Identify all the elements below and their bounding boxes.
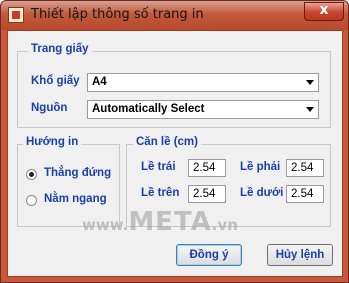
watermark-suffix: .vn bbox=[211, 216, 238, 234]
ok-button[interactable]: Đồng ý bbox=[176, 244, 242, 266]
paper-source-select[interactable]: Automatically Select bbox=[87, 100, 319, 119]
orientation-group-legend: Hướng in bbox=[23, 136, 82, 148]
cancel-button[interactable]: Hủy lệnh bbox=[267, 244, 333, 266]
app-icon bbox=[8, 7, 24, 23]
margin-left-field[interactable]: 2.54 bbox=[188, 159, 226, 177]
margin-left-value: 2.54 bbox=[193, 162, 216, 174]
paper-size-value: A4 bbox=[92, 76, 107, 88]
meta-watermark: www.META.vn bbox=[82, 207, 238, 237]
margin-right-value: 2.54 bbox=[291, 162, 314, 174]
landscape-label: Nằm ngang bbox=[44, 193, 107, 205]
paper-source-label: Nguồn bbox=[31, 102, 68, 114]
landscape-radio[interactable] bbox=[26, 195, 37, 206]
portrait-label: Thẳng đứng bbox=[44, 167, 112, 179]
watermark-brand: META bbox=[128, 207, 212, 237]
close-icon: x bbox=[319, 2, 329, 18]
paper-size-select[interactable]: A4 bbox=[87, 73, 319, 92]
margin-right-label: Lề phải bbox=[240, 161, 281, 173]
margin-right-field[interactable]: 2.54 bbox=[286, 159, 324, 177]
chevron-down-icon bbox=[306, 80, 314, 85]
margin-top-field[interactable]: 2.54 bbox=[188, 185, 226, 203]
dialog-body: Trang giấy Khổ giấy A4 Nguồn Automatical… bbox=[7, 30, 343, 277]
margin-top-label: Lề trên bbox=[141, 187, 180, 199]
paper-group: Trang giấy Khổ giấy A4 Nguồn Automatical… bbox=[17, 43, 331, 128]
paper-size-label: Khổ giấy bbox=[31, 75, 80, 87]
margin-bottom-value: 2.54 bbox=[291, 188, 314, 200]
close-button[interactable]: x bbox=[304, 2, 344, 21]
chevron-down-icon bbox=[306, 107, 314, 112]
margin-bottom-field[interactable]: 2.54 bbox=[286, 185, 324, 203]
watermark-prefix: www. bbox=[82, 216, 129, 234]
paper-group-legend: Trang giấy bbox=[28, 43, 92, 55]
window-title: Thiết lập thông số trang in bbox=[31, 7, 204, 22]
portrait-radio[interactable] bbox=[26, 169, 37, 180]
title-bar[interactable]: Thiết lập thông số trang in x bbox=[1, 1, 348, 30]
margins-group-legend: Căn lề (cm) bbox=[133, 136, 201, 148]
paper-source-value: Automatically Select bbox=[92, 103, 205, 115]
margin-left-label: Lề trái bbox=[141, 161, 176, 173]
print-settings-dialog: Thiết lập thông số trang in x Trang giấy… bbox=[0, 0, 349, 283]
margin-bottom-label: Lề dưới bbox=[240, 187, 284, 199]
margin-top-value: 2.54 bbox=[193, 188, 216, 200]
